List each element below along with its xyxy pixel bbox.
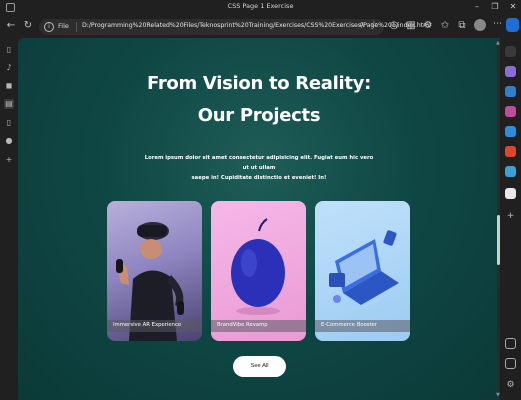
shopping-icon[interactable] [505,66,516,77]
back-icon[interactable]: ← [5,20,17,32]
app-icon[interactable]: ● [4,136,14,146]
copilot-icon[interactable] [506,18,519,32]
tab-panel-icon[interactable]: ▯ [4,45,14,55]
address-scheme: File [58,22,69,30]
page-heading-line2: Our Projects [197,105,321,126]
card-title: BrandVibe Revamp [217,322,268,328]
minimize-icon[interactable]: – [469,1,485,13]
address-divider [76,22,77,32]
project-card-ar[interactable]: Immersive AR Experience [107,201,202,341]
card-caption: E-Commerce Booster [315,320,410,332]
screenshot-icon[interactable] [505,358,516,369]
add-sidebar-app-icon[interactable]: + [505,211,516,222]
project-card-brand[interactable]: BrandVibe Revamp [211,201,306,341]
document-icon[interactable]: ▯ [4,118,14,128]
info-icon[interactable]: i [44,22,54,32]
profile-avatar[interactable] [474,19,486,31]
scroll-down-arrow-icon[interactable]: ▼ [496,392,500,398]
card-caption: BrandVibe Revamp [211,320,306,332]
new-tab-icon[interactable]: + [4,155,14,165]
refresh-icon[interactable]: ↻ [22,20,34,32]
window-title: CSS Page 1 Exercise [227,2,294,10]
app-square-icon[interactable] [505,188,516,199]
card-title: E-Commerce Booster [321,322,378,328]
address-bar[interactable]: i File D:/Programming%20Related%20Files/… [39,19,431,35]
intro-line2: saepe in! Cupiditate distinctio et eveni… [191,175,327,181]
browser-window: CSS Page 1 Exercise – ❐ ✕ ← ↻ i File D:/… [0,0,521,400]
favorites-icon[interactable]: ✩ [439,20,451,32]
speaker-icon[interactable]: ♪ [4,63,14,73]
page-icon[interactable]: ▤ [4,99,14,109]
browser-toolbar: ← ↻ i File D:/Programming%20Related%20Fi… [0,15,521,38]
extensions-icon[interactable]: ◎ [388,20,400,32]
send-icon[interactable] [505,166,516,177]
page-viewport: From Vision to Reality: Our Projects Lor… [18,38,500,400]
extension-icon[interactable]: ⚙ [422,20,434,32]
scroll-up-arrow-icon[interactable]: ▲ [496,40,500,46]
intro-paragraph: Lorem ipsum dolor sit amet consectetur a… [143,153,375,183]
card-caption: Immersive AR Experience [107,320,202,332]
scrollbar-thumb[interactable] [497,215,500,265]
favorite-star-icon[interactable]: ☆ [370,20,378,30]
games-icon[interactable] [505,106,516,117]
office-icon[interactable] [505,126,516,137]
site-favicon[interactable]: ◼ [4,81,14,91]
search-icon[interactable] [505,46,516,57]
collections-icon[interactable]: ⧉ [456,20,468,32]
project-card-ecommerce[interactable]: E-Commerce Booster [315,201,410,341]
outlook-icon[interactable] [505,146,516,157]
close-icon[interactable]: ✕ [505,1,521,13]
sidebar-panel-icon[interactable] [505,338,516,349]
page-heading-line1: From Vision to Reality: [147,73,371,94]
tools-icon[interactable] [505,86,516,97]
maximize-icon[interactable]: ❐ [487,1,503,13]
title-bar: CSS Page 1 Exercise – ❐ ✕ [0,0,521,15]
right-sidebar: + ⚙ [500,38,521,400]
more-options-icon[interactable]: ⋯ [493,19,502,29]
url-text[interactable]: D:/Programming%20Related%20Files/Teknosp… [82,22,431,29]
see-all-button[interactable]: See All [233,356,286,377]
card-title: Immersive AR Experience [113,322,182,328]
left-vertical-tabs: ▯ ♪ ◼ ▤ ▯ ● + [0,38,18,400]
split-screen-icon[interactable]: ▥ [405,20,417,32]
read-aloud-icon[interactable]: A [359,21,364,29]
intro-line1: Lorem ipsum dolor sit amet consectetur a… [144,155,374,171]
settings-gear-icon[interactable]: ⚙ [505,380,516,391]
